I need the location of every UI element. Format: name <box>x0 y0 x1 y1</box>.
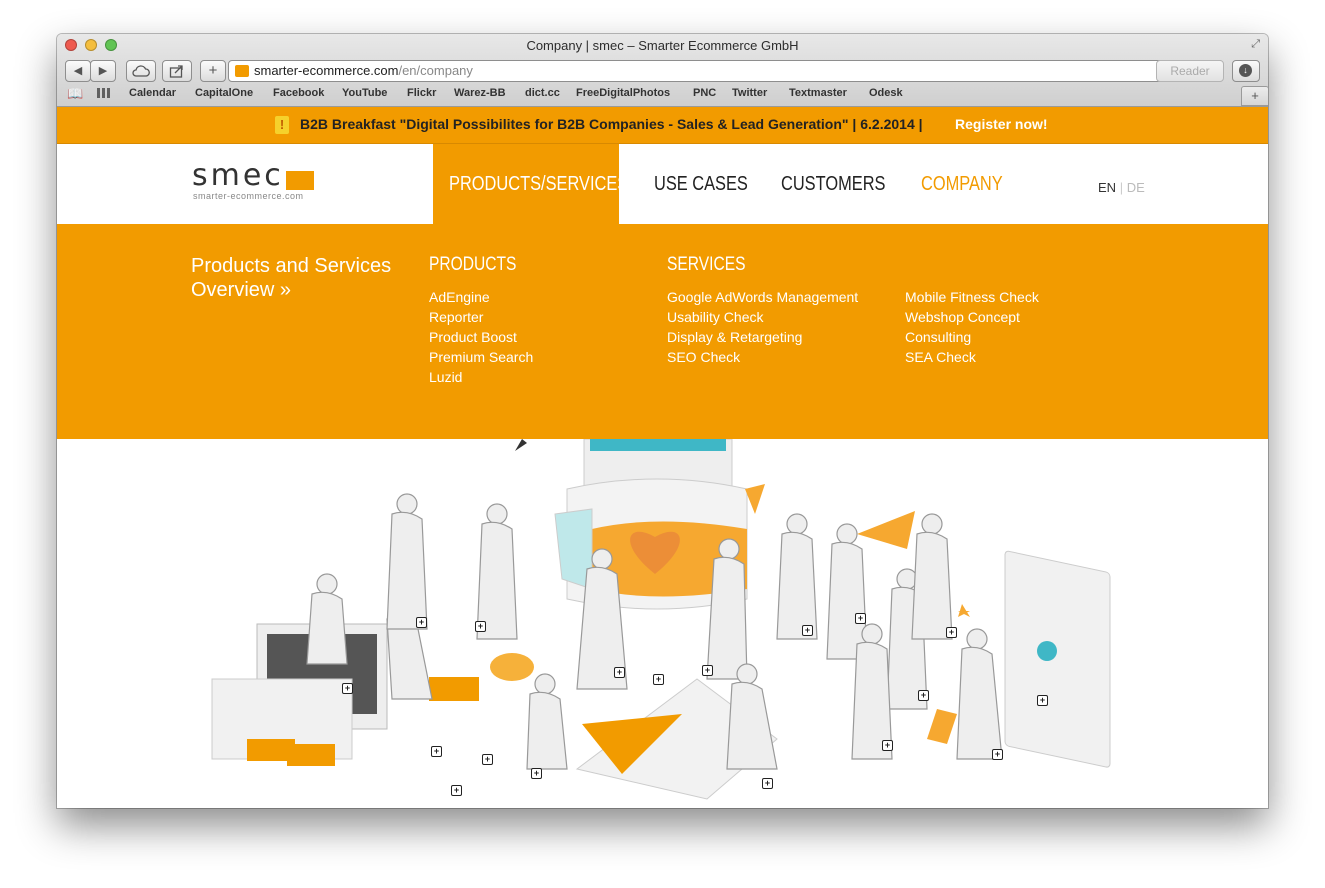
services-heading: SERVICES <box>667 254 746 275</box>
bookmark-item[interactable]: Odesk <box>869 87 903 99</box>
bookmark-item[interactable]: Twitter <box>732 87 767 99</box>
bookmark-item[interactable]: YouTube <box>342 87 387 99</box>
hotspot-plus-icon[interactable]: + <box>451 785 462 796</box>
menu-link-display[interactable]: Display & Retargeting <box>667 327 858 347</box>
share-button[interactable] <box>162 60 192 82</box>
hotspot-plus-icon[interactable]: + <box>614 667 625 678</box>
nav-products-text: PRODUCTS/SERVICES <box>449 173 629 195</box>
hotspot-plus-icon[interactable]: + <box>882 740 893 751</box>
hotspot-plus-icon[interactable]: + <box>416 617 427 628</box>
share-icon <box>169 65 183 78</box>
products-list: AdEngine Reporter Product Boost Premium … <box>429 287 533 387</box>
nav-products-services[interactable]: PRODUCTS/SERVICES ▾ <box>433 144 635 224</box>
hotspot-plus-icon[interactable]: + <box>531 768 542 779</box>
menu-link-premium-search[interactable]: Premium Search <box>429 347 533 367</box>
banner-text: B2B Breakfast "Digital Possibilites for … <box>300 116 923 132</box>
lang-de[interactable]: DE <box>1127 180 1145 195</box>
event-banner: ! B2B Breakfast "Digital Possibilites fo… <box>57 107 1268 144</box>
products-mega-menu: Products and Services Overview » PRODUCT… <box>57 224 1268 439</box>
bookmark-item[interactable]: Warez-BB <box>454 87 506 99</box>
url-path: /en/company <box>398 63 473 78</box>
warning-icon: ! <box>275 116 289 134</box>
lang-en[interactable]: EN <box>1098 180 1116 195</box>
nav-company[interactable]: COMPANY <box>921 144 1003 224</box>
menu-link-luzid[interactable]: Luzid <box>429 367 533 387</box>
cloud-icon <box>132 65 150 77</box>
hotspot-plus-icon[interactable]: + <box>475 621 486 632</box>
hotspot-plus-icon[interactable]: + <box>1037 695 1048 706</box>
menu-link-mobile-fitness[interactable]: Mobile Fitness Check <box>905 287 1039 307</box>
web-page: ! B2B Breakfast "Digital Possibilites fo… <box>57 107 1268 808</box>
nav-customers[interactable]: CUSTOMERS <box>781 144 885 224</box>
bookmarks-bar: 📖 Calendar CapitalOne Facebook YouTube F… <box>57 85 1268 103</box>
download-icon: ↓ <box>1239 64 1252 77</box>
hotspot-plus-icon[interactable]: + <box>992 749 1003 760</box>
forward-button[interactable]: ▶ <box>90 60 116 82</box>
browser-chrome: Company | smec – Smarter Ecommerce GmbH … <box>57 34 1268 107</box>
logo-subtitle: smarter-ecommerce.com <box>193 191 304 201</box>
menu-link-product-boost[interactable]: Product Boost <box>429 327 533 347</box>
bookmark-item[interactable]: Flickr <box>407 87 436 99</box>
bookmark-item[interactable]: CapitalOne <box>195 87 253 99</box>
url-text: smarter-ecommerce.com/en/company <box>254 61 473 81</box>
hotspot-plus-icon[interactable]: + <box>762 778 773 789</box>
bookmark-item[interactable]: Textmaster <box>789 87 847 99</box>
language-switcher: EN | DE <box>1098 180 1145 195</box>
nav-products-label: PRODUCTS/SERVICES ▾ <box>449 144 635 224</box>
reading-list-icon[interactable]: 📖 <box>67 86 83 102</box>
bookmark-item[interactable]: dict.cc <box>525 87 560 99</box>
bookmark-item[interactable]: Calendar <box>129 87 176 99</box>
hotspot-plus-icon[interactable]: + <box>431 746 442 757</box>
top-sites-icon[interactable] <box>97 88 111 98</box>
lang-separator: | <box>1119 180 1124 195</box>
menu-link-adengine[interactable]: AdEngine <box>429 287 533 307</box>
browser-window: Company | smec – Smarter Ecommerce GmbH … <box>57 34 1268 808</box>
main-navigation: smec smarter-ecommerce.com PRODUCTS/SERV… <box>57 144 1268 224</box>
new-tab-button[interactable]: + <box>200 60 226 82</box>
hotspot-plus-icon[interactable]: + <box>342 683 353 694</box>
add-tab-button[interactable]: + <box>1241 86 1268 106</box>
menu-link-reporter[interactable]: Reporter <box>429 307 533 327</box>
bookmark-item[interactable]: PNC <box>693 87 716 99</box>
register-link[interactable]: Register now! <box>955 116 1048 132</box>
services-list-2: Mobile Fitness Check Webshop Concept Con… <box>905 287 1039 367</box>
team-illustration <box>211 439 1111 800</box>
url-host: smarter-ecommerce.com <box>254 63 399 78</box>
menu-link-seo[interactable]: SEO Check <box>667 347 858 367</box>
menu-link-consulting[interactable]: Consulting <box>905 327 1039 347</box>
products-heading: PRODUCTS <box>429 254 517 275</box>
site-favicon-icon <box>235 65 249 77</box>
caret-down-icon: ▾ <box>630 178 635 190</box>
hotspot-plus-icon[interactable]: + <box>855 613 866 624</box>
reader-button[interactable]: Reader <box>1156 60 1224 82</box>
fullscreen-icon[interactable]: ⤢ <box>1251 38 1260 51</box>
services-list-1: Google AdWords Management Usability Chec… <box>667 287 858 367</box>
icloud-tabs-button[interactable] <box>126 60 156 82</box>
downloads-button[interactable]: ↓ <box>1232 60 1260 82</box>
nav-use-cases[interactable]: USE CASES <box>654 144 748 224</box>
bookmark-item[interactable]: FreeDigitalPhotos <box>576 87 670 99</box>
hotspot-plus-icon[interactable]: + <box>946 627 957 638</box>
overview-link[interactable]: Products and Services Overview » <box>191 254 401 302</box>
hotspot-plus-icon[interactable]: + <box>482 754 493 765</box>
menu-link-usability[interactable]: Usability Check <box>667 307 858 327</box>
back-button[interactable]: ◀ <box>65 60 91 82</box>
logo-square-icon <box>286 171 314 190</box>
hotspot-plus-icon[interactable]: + <box>653 674 664 685</box>
hotspot-plus-icon[interactable]: + <box>802 625 813 636</box>
menu-link-sea[interactable]: SEA Check <box>905 347 1039 367</box>
hotspot-plus-icon[interactable]: + <box>918 690 929 701</box>
window-title: Company | smec – Smarter Ecommerce GmbH <box>526 38 799 53</box>
menu-link-webshop[interactable]: Webshop Concept <box>905 307 1039 327</box>
menu-link-adwords[interactable]: Google AdWords Management <box>667 287 858 307</box>
hotspot-plus-icon[interactable]: + <box>702 665 713 676</box>
hero-illustration: + + + + + + + + + + + + + + + + + + <box>57 439 1268 808</box>
bookmark-item[interactable]: Facebook <box>273 87 324 99</box>
logo-text: smec <box>192 158 284 193</box>
address-bar[interactable]: smarter-ecommerce.com/en/company ↻ <box>228 60 1223 82</box>
